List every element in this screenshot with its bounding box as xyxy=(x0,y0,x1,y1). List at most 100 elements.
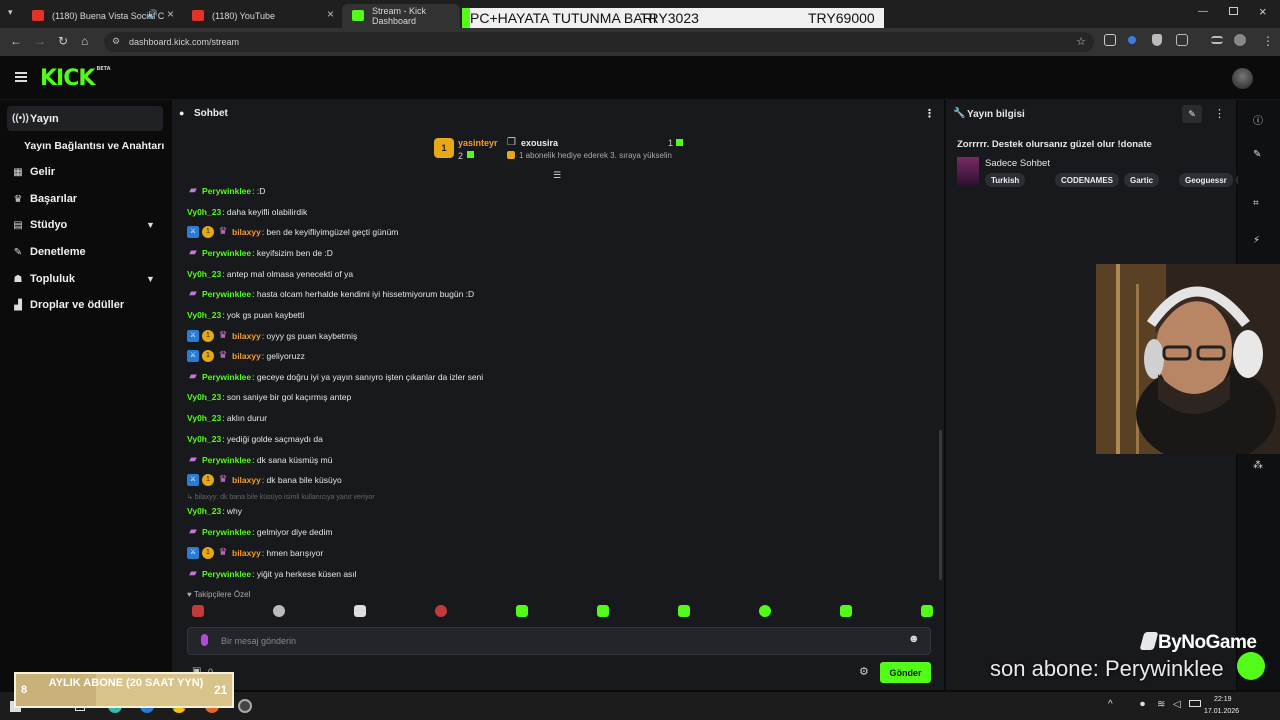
chat-message[interactable]: Vy0h_23: why xyxy=(187,504,242,518)
collapse-icon[interactable]: ☰ xyxy=(553,170,561,181)
chat-message[interactable]: ▰ Perywinklee: :D xyxy=(187,184,265,198)
chat-username[interactable]: Perywinklee xyxy=(202,527,251,537)
tab-kick-dashboard[interactable]: Stream - Kick Dashboard xyxy=(342,4,460,28)
chat-message[interactable]: ⚔ 1 ♛ bilaxyy: geliyoruzz xyxy=(187,349,305,363)
emoji-icon[interactable]: ☻ xyxy=(908,633,920,645)
close-icon[interactable]: × xyxy=(327,7,334,21)
chat-message[interactable]: ⚔ 1 ♛ bilaxyy: oyyy gs puan kaybetmiş xyxy=(187,329,357,343)
menu-list-icon[interactable] xyxy=(1211,36,1223,44)
chat-message[interactable]: Vy0h_23: daha keyifli olabilirdik xyxy=(187,205,307,219)
emote-icon[interactable] xyxy=(273,605,285,617)
chat-message[interactable]: ▰ Perywinklee: hasta olcam herhalde kendi… xyxy=(187,287,474,301)
edit-icon[interactable]: ✎ xyxy=(1182,105,1202,123)
sidebar-item-gelir[interactable]: ▦ Gelir xyxy=(12,166,55,178)
tab-youtube-music[interactable]: (1180) Buena Vista Social C 🔊 × xyxy=(22,4,182,28)
chat-username[interactable]: Vy0h_23 xyxy=(187,434,221,444)
stream-tag[interactable]: Geoguessr xyxy=(1179,173,1233,187)
chat-message[interactable]: ▰ Perywinklee: geceye doğru iyi ya yayın … xyxy=(187,370,483,384)
chat-message[interactable]: ▰ Perywinklee: dk sana küsmüş mü xyxy=(187,453,332,467)
url-bar[interactable]: ⚙ dashboard.kick.com/stream ☆ xyxy=(104,32,1094,52)
sidebar-item-stream-key[interactable]: Yayın Bağlantısı ve Anahtarı xyxy=(24,140,164,152)
emote-icon[interactable] xyxy=(192,605,204,617)
sidebar-item-droplar[interactable]: ▟ Droplar ve ödüller xyxy=(12,299,124,311)
avatar[interactable] xyxy=(1232,68,1253,89)
chat-username[interactable]: Perywinklee xyxy=(202,569,251,579)
home-icon[interactable]: ⌂ xyxy=(81,34,88,48)
emote-icon[interactable] xyxy=(435,605,447,617)
profile-icon[interactable] xyxy=(1234,34,1246,46)
shield-icon[interactable] xyxy=(1152,34,1162,46)
hamburger-menu-icon[interactable] xyxy=(15,72,27,82)
chat-username[interactable]: Perywinklee xyxy=(202,248,251,258)
sidebar-item-denetleme[interactable]: ✎ Denetleme xyxy=(12,246,86,258)
chat-message[interactable]: ▰ Perywinklee: keyifsizim ben de :D xyxy=(187,246,333,260)
emote-icon[interactable] xyxy=(354,605,366,617)
extension-icon[interactable] xyxy=(1104,34,1116,46)
chat-message[interactable]: ▰ Perywinklee: gelmiyor diye dedim xyxy=(187,525,332,539)
chat-username[interactable]: Vy0h_23 xyxy=(187,269,221,279)
gifter-name[interactable]: exousira xyxy=(521,138,558,148)
forward-icon[interactable]: → xyxy=(34,34,46,48)
chat-message[interactable]: ⚔ 1 ♛ bilaxyy: hmen barışıyor xyxy=(187,546,323,560)
chat-scrollbar[interactable] xyxy=(939,430,942,580)
emote-icon[interactable] xyxy=(597,605,609,617)
puzzle-icon[interactable] xyxy=(1176,34,1188,46)
chat-username[interactable]: bilaxyy xyxy=(232,351,261,361)
chat-username[interactable]: bilaxyy xyxy=(232,227,261,237)
battery-icon[interactable] xyxy=(1189,700,1201,707)
bolt-icon[interactable]: ⚡ xyxy=(1253,235,1260,246)
gifter-name[interactable]: yasinteyr xyxy=(458,138,498,148)
stream-tag[interactable]: CODENAMES xyxy=(1055,173,1120,187)
chat-message[interactable]: Vy0h_23: antep mal olmasa yenecekti of y… xyxy=(187,267,353,281)
chat-message[interactable]: Vy0h_23: aklın durur xyxy=(187,411,267,425)
chat-username[interactable]: bilaxyy xyxy=(232,548,261,558)
sidebar-item-yayin[interactable]: ((•)) Yayın xyxy=(7,106,163,131)
obs-icon[interactable] xyxy=(238,699,252,713)
stream-tag[interactable]: Gartic xyxy=(1124,173,1160,187)
bookmark-star-icon[interactable]: ☆ xyxy=(1076,35,1086,48)
restore-icon[interactable] xyxy=(1229,7,1238,15)
minimize-icon[interactable]: — xyxy=(1198,6,1208,17)
chat-username[interactable]: Vy0h_23 xyxy=(187,506,221,516)
reload-icon[interactable]: ↻ xyxy=(58,34,68,48)
chat-username[interactable]: bilaxyy xyxy=(232,331,261,341)
wifi-icon[interactable]: ≋ xyxy=(1157,699,1165,710)
chat-username[interactable]: Perywinklee xyxy=(202,186,251,196)
chat-settings-icon[interactable]: ⚙ xyxy=(859,665,869,678)
chevron-down-icon[interactable]: ▼ xyxy=(146,220,155,230)
info-icon[interactable]: ⓘ xyxy=(1253,112,1263,127)
sidebar-item-topluluk[interactable]: ☗ Topluluk xyxy=(12,273,76,285)
stream-tag[interactable]: Turkish xyxy=(985,173,1026,187)
window-close-icon[interactable]: × xyxy=(1259,4,1267,19)
chat-message[interactable]: ⚔ 1 ♛ bilaxyy: dk bana bile küsüyo xyxy=(187,473,342,487)
emote-icon[interactable] xyxy=(678,605,690,617)
chat-menu-icon[interactable]: ⋮ xyxy=(924,107,935,120)
kick-logo[interactable]: KICK BETA xyxy=(40,66,111,91)
chat-username[interactable]: Perywinklee xyxy=(202,455,251,465)
chat-username[interactable]: Perywinklee xyxy=(202,289,251,299)
chat-message[interactable]: ▰ Perywinklee: yiğit ya herkese küsen ası… xyxy=(187,567,356,581)
mic-icon[interactable] xyxy=(201,634,208,646)
tab-list-icon[interactable]: ▾ xyxy=(8,7,13,18)
close-icon[interactable]: × xyxy=(167,7,174,21)
mic-tray-icon[interactable]: ⏺ xyxy=(1140,699,1145,710)
tab-youtube[interactable]: (1180) YouTube × xyxy=(182,4,342,28)
sidebar-item-studyo[interactable]: ▤ Stüdyo xyxy=(12,219,67,231)
crop-icon[interactable]: ⌗ xyxy=(1253,198,1259,209)
clock-time[interactable]: 22:19 xyxy=(1214,696,1232,703)
volume-icon[interactable]: ◁ xyxy=(1173,699,1181,710)
chat-username[interactable]: Vy0h_23 xyxy=(187,310,221,320)
emote-icon[interactable] xyxy=(840,605,852,617)
chat-username[interactable]: Vy0h_23 xyxy=(187,413,221,423)
chevron-down-icon[interactable]: ▼ xyxy=(146,274,155,284)
chat-message[interactable]: Vy0h_23: son saniye bir gol kaçırmış ant… xyxy=(187,390,351,404)
chat-username[interactable]: Perywinklee xyxy=(202,372,251,382)
extension-icon[interactable] xyxy=(1128,36,1136,44)
share-icon[interactable]: ⁂ xyxy=(1253,460,1263,471)
emote-icon[interactable] xyxy=(759,605,771,617)
chat-message[interactable]: Vy0h_23: yok gs puan kaybetti xyxy=(187,308,304,322)
chat-username[interactable]: bilaxyy xyxy=(232,475,261,485)
chat-message[interactable]: Vy0h_23: yediği golde saçmaydı da xyxy=(187,432,323,446)
sidebar-item-basarilar[interactable]: ♛ Başarılar xyxy=(12,193,78,205)
info-menu-icon[interactable]: ⋮ xyxy=(1214,107,1225,120)
